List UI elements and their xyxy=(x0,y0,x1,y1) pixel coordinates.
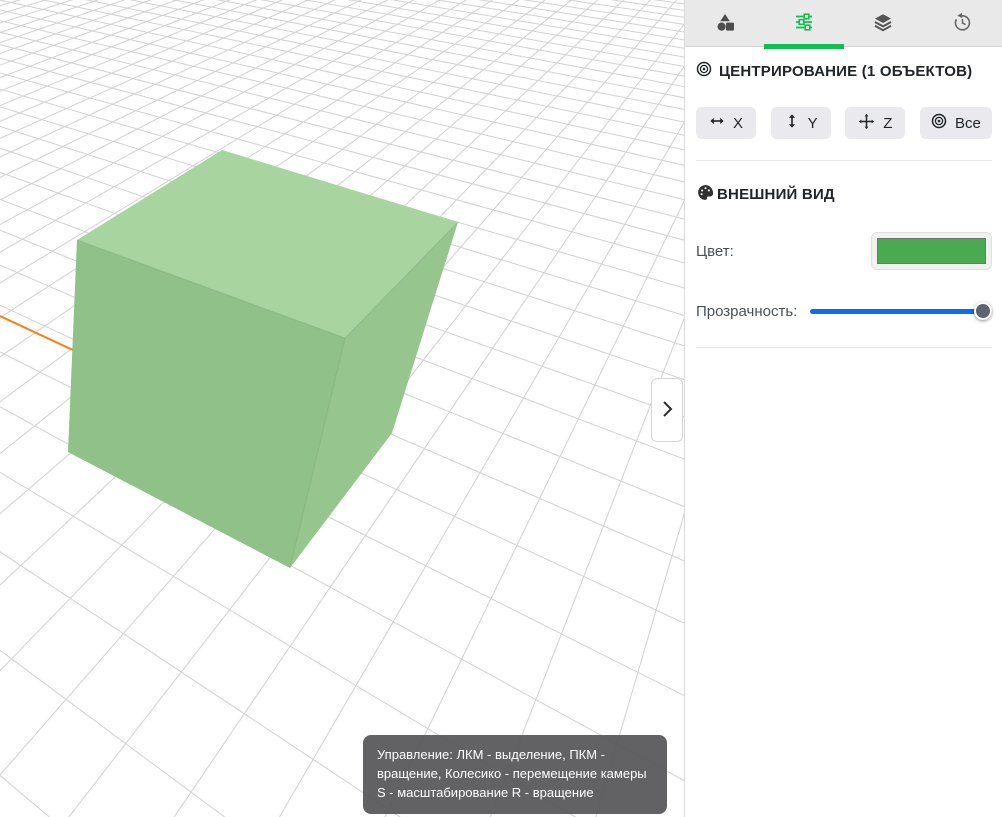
panel-collapse-button[interactable] xyxy=(651,378,683,442)
target-icon xyxy=(931,113,947,133)
cube-object[interactable] xyxy=(68,150,458,568)
controls-tooltip: Управление: ЛКМ - выделение, ПКМ - враще… xyxy=(363,735,667,814)
center-x-button[interactable]: X xyxy=(696,107,756,139)
tab-objects[interactable] xyxy=(685,0,764,46)
opacity-label: Прозрачность: xyxy=(696,303,797,320)
appearance-section-title: ВНЕШНИЙ ВИД xyxy=(696,183,992,206)
center-y-button[interactable]: Y xyxy=(771,107,831,139)
properties-panel: ЦЕНТРИРОВАНИЕ (1 ОБЪЕКТОВ) X xyxy=(684,0,1002,817)
center-z-label: Z xyxy=(883,115,892,132)
palette-icon xyxy=(696,183,715,206)
center-all-button[interactable]: Все xyxy=(920,107,992,139)
opacity-slider[interactable] xyxy=(810,302,992,320)
centering-buttons: X Y xyxy=(696,107,992,139)
history-icon xyxy=(951,11,973,36)
opacity-row: Прозрачность: xyxy=(696,294,992,328)
section-divider xyxy=(696,160,992,161)
centering-section-title: ЦЕНТРИРОВАНИЕ (1 ОБЪЕКТОВ) xyxy=(696,61,992,81)
scene-canvas xyxy=(0,0,684,817)
center-y-label: Y xyxy=(808,115,818,132)
color-swatch-value xyxy=(877,238,986,264)
sliders-icon xyxy=(793,11,815,36)
opacity-slider-thumb[interactable] xyxy=(974,302,992,320)
panel-body: ЦЕНТРИРОВАНИЕ (1 ОБЪЕКТОВ) X xyxy=(685,61,1002,348)
center-all-label: Все xyxy=(955,115,981,132)
color-row: Цвет: xyxy=(696,232,992,270)
arrows-horizontal-icon xyxy=(709,113,725,133)
centering-title-text: ЦЕНТРИРОВАНИЕ (1 ОБЪЕКТОВ) xyxy=(719,63,972,80)
shapes-icon xyxy=(714,11,736,36)
panel-tabbar xyxy=(685,0,1002,47)
layers-icon xyxy=(872,11,894,36)
center-z-button[interactable]: Z xyxy=(845,107,905,139)
color-label: Цвет: xyxy=(696,243,734,260)
section-divider xyxy=(696,347,992,348)
tab-properties[interactable] xyxy=(764,0,843,46)
opacity-slider-track[interactable] xyxy=(810,309,992,314)
color-swatch-button[interactable] xyxy=(871,232,992,270)
viewport-3d[interactable]: Управление: ЛКМ - выделение, ПКМ - враще… xyxy=(0,0,684,817)
target-icon xyxy=(696,61,712,81)
appearance-title-text: ВНЕШНИЙ ВИД xyxy=(717,186,835,203)
center-x-label: X xyxy=(733,115,743,132)
arrows-vertical-icon xyxy=(784,113,800,133)
tab-history[interactable] xyxy=(923,0,1002,46)
arrows-move-icon xyxy=(858,113,875,134)
tab-layers[interactable] xyxy=(844,0,923,46)
chevron-right-icon xyxy=(660,399,674,422)
